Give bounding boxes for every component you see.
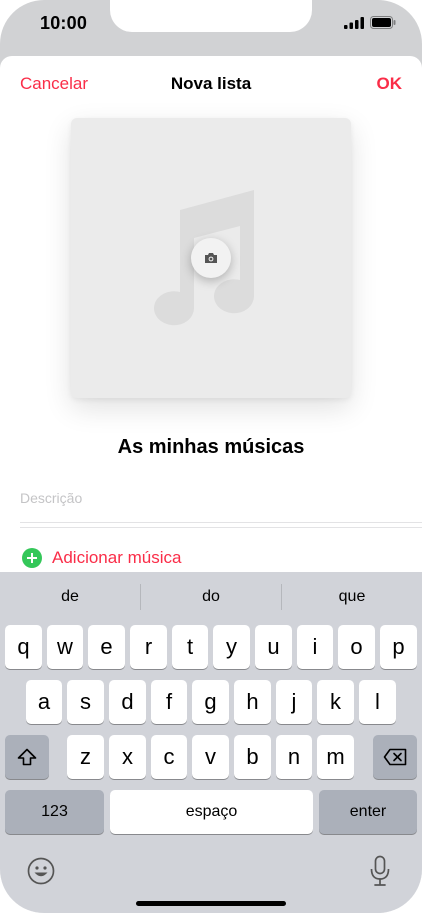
home-indicator[interactable]: [136, 901, 286, 906]
space-key[interactable]: espaço: [110, 790, 313, 834]
phone-screen: 10:00 Cancelar Nova lista OK As minhas m…: [0, 0, 422, 913]
key-g[interactable]: g: [192, 680, 229, 724]
key-f[interactable]: f: [151, 680, 187, 724]
playlist-name-field[interactable]: As minhas músicas: [0, 436, 422, 459]
microphone-icon[interactable]: [369, 855, 391, 887]
ok-button[interactable]: OK: [377, 74, 403, 94]
key-a[interactable]: a: [26, 680, 62, 724]
divider: [20, 522, 422, 523]
suggestion-item[interactable]: do: [141, 588, 281, 606]
key-e[interactable]: e: [88, 625, 125, 669]
status-time: 10:00: [40, 13, 88, 33]
key-t[interactable]: t: [172, 625, 208, 669]
key-u[interactable]: u: [255, 625, 292, 669]
key-s[interactable]: s: [67, 680, 104, 724]
playlist-artwork[interactable]: [71, 118, 351, 398]
key-y[interactable]: y: [213, 625, 250, 669]
battery-icon: [370, 16, 396, 29]
key-j[interactable]: j: [276, 680, 312, 724]
key-l[interactable]: l: [359, 680, 396, 724]
add-music-label: Adicionar música: [52, 548, 182, 567]
key-r[interactable]: r: [130, 625, 167, 669]
add-photo-button[interactable]: [191, 238, 231, 278]
enter-key[interactable]: enter: [319, 790, 417, 834]
divider: [20, 527, 422, 528]
key-q[interactable]: q: [5, 625, 42, 669]
key-z[interactable]: z: [67, 735, 104, 779]
backspace-icon: [383, 748, 407, 766]
emoji-icon[interactable]: [27, 857, 55, 885]
shift-icon: [17, 748, 37, 766]
plus-circle-icon: [22, 548, 42, 568]
key-b[interactable]: b: [234, 735, 271, 779]
description-field[interactable]: Descrição: [20, 490, 82, 506]
numbers-key[interactable]: 123: [5, 790, 104, 834]
status-bar: 10:00: [0, 0, 422, 52]
add-music-button[interactable]: Adicionar música: [22, 547, 181, 569]
keyboard: de do que q w e r t y u i o p a s d f g …: [0, 572, 422, 913]
key-d[interactable]: d: [109, 680, 146, 724]
key-o[interactable]: o: [338, 625, 375, 669]
key-h[interactable]: h: [234, 680, 271, 724]
key-w[interactable]: w: [47, 625, 83, 669]
key-x[interactable]: x: [109, 735, 146, 779]
camera-icon: [205, 253, 217, 263]
key-n[interactable]: n: [276, 735, 312, 779]
page-title: Nova lista: [170, 74, 252, 93]
notch: [110, 0, 312, 32]
suggestion-item[interactable]: de: [0, 588, 140, 606]
shift-key[interactable]: [5, 735, 49, 779]
key-p[interactable]: p: [380, 625, 417, 669]
suggestion-bar: de do que: [0, 572, 422, 622]
key-c[interactable]: c: [151, 735, 187, 779]
key-v[interactable]: v: [192, 735, 229, 779]
key-m[interactable]: m: [317, 735, 354, 779]
suggestion-item[interactable]: que: [282, 588, 422, 606]
backspace-key[interactable]: [373, 735, 417, 779]
key-k[interactable]: k: [317, 680, 354, 724]
signal-icon: [344, 17, 364, 29]
key-i[interactable]: i: [297, 625, 333, 669]
